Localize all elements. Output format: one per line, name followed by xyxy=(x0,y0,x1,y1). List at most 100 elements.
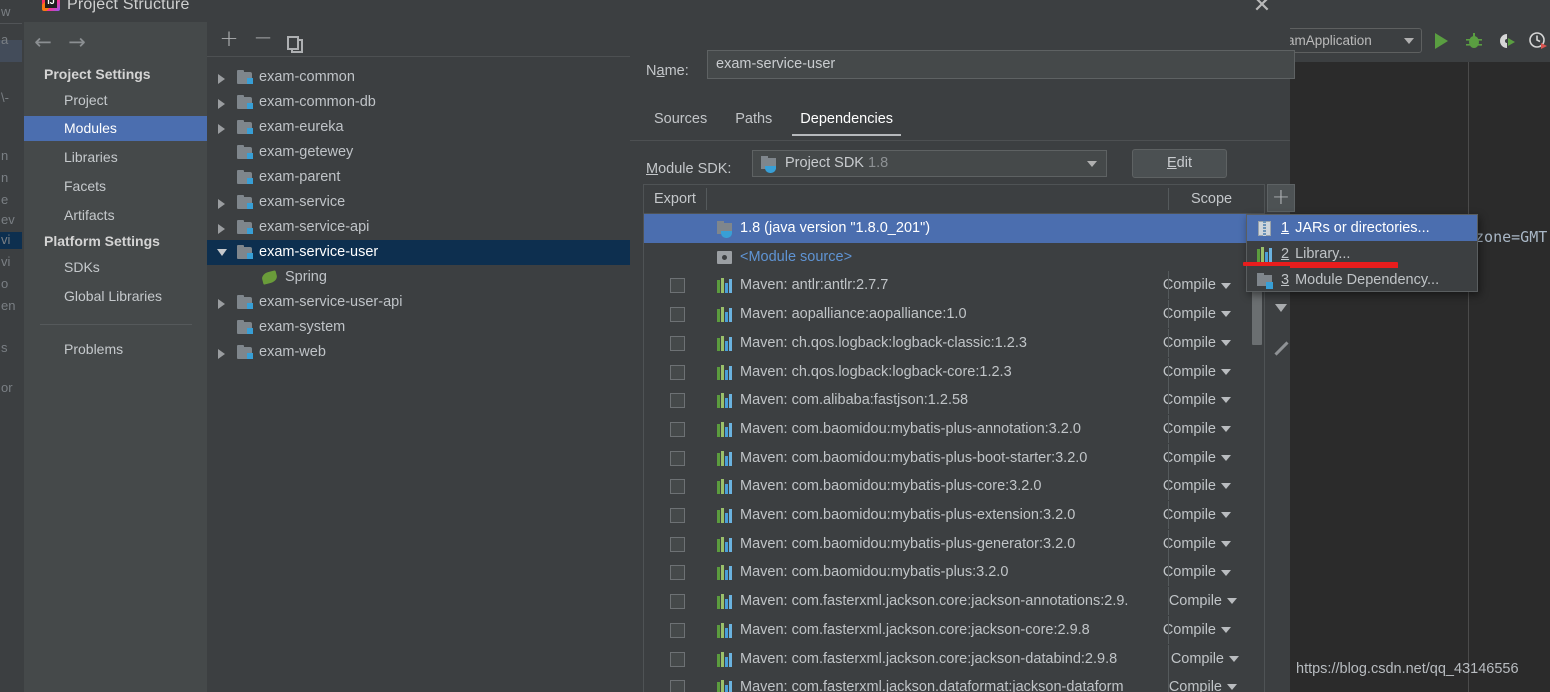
chevron-right-icon[interactable] xyxy=(218,224,225,234)
table-row[interactable]: Maven: com.fasterxml.jackson.core:jackso… xyxy=(644,587,1249,616)
tree-node-spring[interactable]: Spring xyxy=(207,265,630,290)
tree-node-exam-service-api[interactable]: exam-service-api xyxy=(207,215,630,240)
scope-select[interactable]: Compile xyxy=(1169,673,1237,692)
edit-dependency-button[interactable] xyxy=(1267,334,1295,362)
menu-item-module-dependency[interactable]: 3 Module Dependency... xyxy=(1247,267,1477,293)
table-row[interactable]: <Module source> xyxy=(644,243,1249,272)
sidebar-item-facets[interactable]: Facets xyxy=(24,174,207,199)
table-row[interactable]: Maven: aopalliance:aopalliance:1.0 Compi… xyxy=(644,300,1249,329)
tree-node-exam-parent[interactable]: exam-parent xyxy=(207,165,630,190)
table-row[interactable]: Maven: com.baomidou:mybatis-plus-annotat… xyxy=(644,414,1249,444)
chevron-right-icon[interactable] xyxy=(218,199,225,209)
sidebar-item-global-libraries[interactable]: Global Libraries xyxy=(24,284,207,309)
table-row[interactable]: Maven: com.baomidou:mybatis-plus-extensi… xyxy=(644,501,1249,530)
tree-node-exam-eureka[interactable]: exam-eureka xyxy=(207,115,630,140)
export-checkbox[interactable] xyxy=(670,536,685,552)
column-header-scope[interactable]: Scope xyxy=(1191,185,1232,213)
column-header-export[interactable]: Export xyxy=(654,185,696,213)
export-checkbox[interactable] xyxy=(670,393,685,409)
close-icon[interactable]: ✕ xyxy=(1250,0,1274,18)
sidebar-item-problems[interactable]: Problems xyxy=(24,337,207,362)
export-checkbox[interactable] xyxy=(670,680,685,692)
tree-node-exam-service-user[interactable]: exam-service-user xyxy=(207,240,630,265)
export-checkbox[interactable] xyxy=(670,565,685,581)
menu-item-jars-or-directories[interactable]: 1 JARs or directories... xyxy=(1247,215,1477,241)
scope-select[interactable]: Compile xyxy=(1163,444,1231,473)
scope-select[interactable]: Compile xyxy=(1163,530,1231,559)
table-row[interactable]: Maven: com.fasterxml.jackson.dataformat:… xyxy=(644,673,1249,692)
back-arrow-icon[interactable]: ← xyxy=(30,30,56,56)
export-checkbox[interactable] xyxy=(670,479,685,495)
scope-select[interactable]: Compile xyxy=(1169,587,1237,616)
scope-select[interactable]: Compile xyxy=(1163,558,1231,587)
table-row[interactable]: Maven: ch.qos.logback:logback-classic:1.… xyxy=(644,328,1249,358)
module-sdk-select[interactable]: Project SDK 1.8 xyxy=(752,150,1107,177)
add-module-button[interactable]: + xyxy=(217,28,241,52)
export-checkbox[interactable] xyxy=(670,651,685,667)
export-checkbox[interactable] xyxy=(670,364,685,380)
scope-select[interactable]: Compile xyxy=(1163,329,1231,358)
sidebar-item-project[interactable]: Project xyxy=(24,88,207,113)
scope-select[interactable]: Compile xyxy=(1163,501,1231,530)
table-row[interactable]: Maven: com.baomidou:mybatis-plus-core:3.… xyxy=(644,472,1249,501)
run-with-coverage-icon[interactable] xyxy=(1496,31,1516,51)
table-row[interactable]: Maven: com.fasterxml.jackson.core:jackso… xyxy=(644,644,1249,674)
chevron-right-icon[interactable] xyxy=(218,349,225,359)
table-row[interactable]: Maven: com.baomidou:mybatis-plus-boot-st… xyxy=(644,443,1249,473)
tab-sources[interactable]: Sources xyxy=(640,100,721,140)
scope-select[interactable]: Compile xyxy=(1171,645,1239,674)
export-checkbox[interactable] xyxy=(670,335,685,351)
forward-arrow-icon[interactable]: → xyxy=(64,30,90,56)
chevron-right-icon[interactable] xyxy=(218,99,225,109)
tree-node-exam-service[interactable]: exam-service xyxy=(207,190,630,215)
move-down-button[interactable] xyxy=(1267,294,1295,322)
intellij-idea-icon: IJ xyxy=(42,0,60,11)
table-row[interactable]: Maven: antlr:antlr:2.7.7 Compile xyxy=(644,271,1249,300)
export-checkbox[interactable] xyxy=(670,450,685,466)
tree-node-exam-service-user-api[interactable]: exam-service-user-api xyxy=(207,290,630,315)
scope-select[interactable]: Compile xyxy=(1163,415,1231,444)
sidebar-item-modules[interactable]: Modules xyxy=(24,116,207,141)
chevron-down-icon[interactable] xyxy=(217,249,227,256)
scope-select[interactable]: Compile xyxy=(1163,358,1231,387)
edit-sdk-button[interactable]: Edit xyxy=(1132,149,1227,178)
export-checkbox[interactable] xyxy=(670,622,685,638)
debug-icon[interactable] xyxy=(1464,31,1484,51)
tree-node-exam-getewey[interactable]: exam-getewey xyxy=(207,140,630,165)
scope-select[interactable]: Compile xyxy=(1163,472,1231,501)
export-checkbox[interactable] xyxy=(670,508,685,523)
tab-dependencies[interactable]: Dependencies xyxy=(786,100,907,140)
table-row[interactable]: Maven: com.baomidou:mybatis-plus:3.2.0 C… xyxy=(644,558,1249,587)
export-checkbox[interactable] xyxy=(670,594,685,610)
scope-select[interactable]: Compile xyxy=(1163,300,1231,329)
scope-select[interactable]: Compile xyxy=(1163,386,1231,415)
tree-node-exam-common[interactable]: exam-common xyxy=(207,65,630,90)
table-row[interactable]: Maven: ch.qos.logback:logback-core:1.2.3… xyxy=(644,357,1249,387)
scope-select[interactable]: Compile xyxy=(1163,616,1231,645)
sidebar-item-libraries[interactable]: Libraries xyxy=(24,145,207,170)
export-checkbox[interactable] xyxy=(670,278,685,294)
profile-icon[interactable] xyxy=(1528,31,1548,51)
export-checkbox[interactable] xyxy=(670,307,685,323)
remove-module-button[interactable]: − xyxy=(251,27,275,52)
export-checkbox[interactable] xyxy=(670,421,685,437)
scope-select[interactable]: Compile xyxy=(1163,271,1231,300)
tree-node-exam-common-db[interactable]: exam-common-db xyxy=(207,90,630,115)
tree-node-exam-web[interactable]: exam-web xyxy=(207,340,630,365)
sidebar-item-artifacts[interactable]: Artifacts xyxy=(24,203,207,228)
run-icon[interactable] xyxy=(1432,31,1452,51)
run-configuration-selector[interactable]: amApplication xyxy=(1282,28,1422,53)
chevron-right-icon[interactable] xyxy=(218,74,225,84)
tree-node-exam-system[interactable]: exam-system xyxy=(207,315,630,340)
table-row[interactable]: 1.8 (java version "1.8.0_201") xyxy=(644,214,1249,243)
tab-paths[interactable]: Paths xyxy=(721,100,786,140)
chevron-right-icon[interactable] xyxy=(218,299,225,309)
sidebar-item-sdks[interactable]: SDKs xyxy=(24,255,207,280)
chevron-right-icon[interactable] xyxy=(218,124,225,134)
copy-module-button[interactable] xyxy=(283,28,307,53)
add-dependency-button[interactable]: + xyxy=(1267,184,1295,212)
table-row[interactable]: Maven: com.alibaba:fastjson:1.2.58 Compi… xyxy=(644,386,1249,415)
table-row[interactable]: Maven: com.fasterxml.jackson.core:jackso… xyxy=(644,615,1249,645)
table-row[interactable]: Maven: com.baomidou:mybatis-plus-generat… xyxy=(644,529,1249,559)
module-name-input[interactable]: exam-service-user xyxy=(707,50,1295,79)
